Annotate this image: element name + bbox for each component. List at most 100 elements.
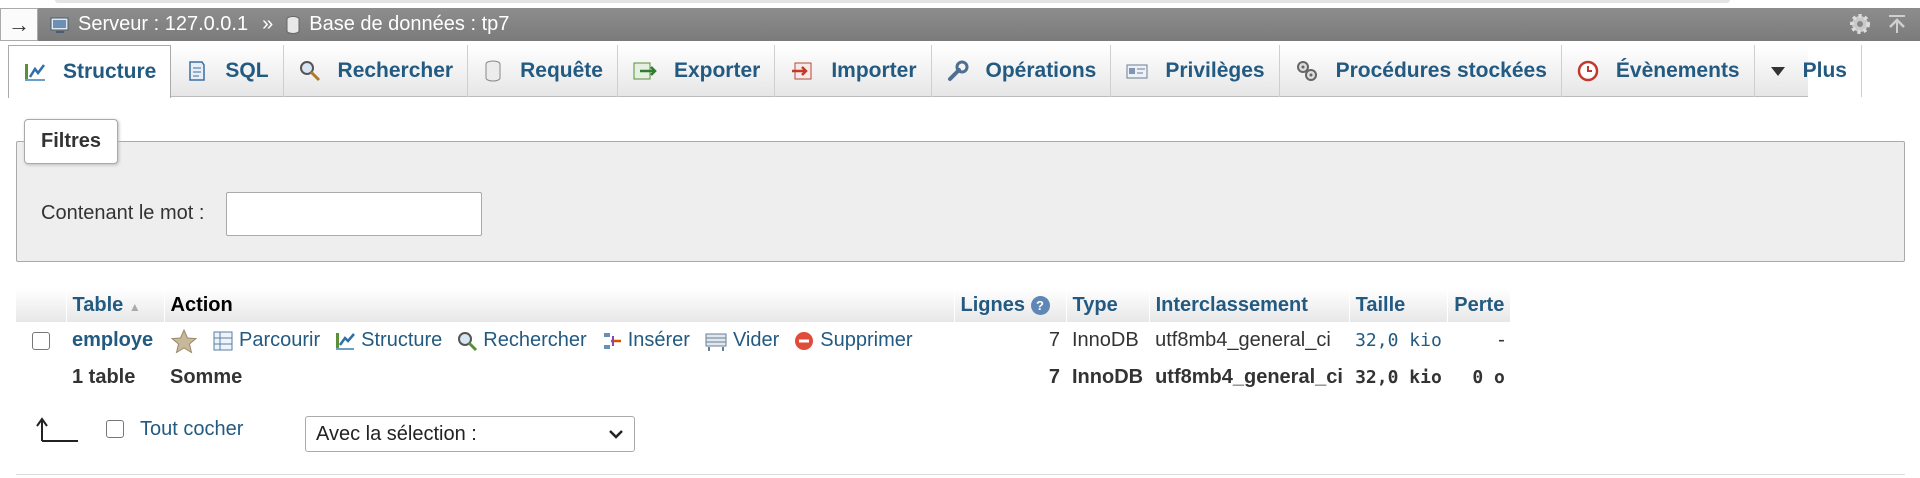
row-actions: Parcourir Structure Rechercher Insérer V… — [170, 328, 948, 354]
insert-action[interactable]: Insérer — [601, 329, 690, 352]
tab-structure[interactable]: Structure — [8, 45, 172, 98]
routines-icon — [1296, 61, 1317, 81]
tab-routines[interactable]: Procédures stockées — [1280, 45, 1562, 97]
gear-icon[interactable] — [1848, 12, 1872, 36]
arrow-up-left-icon — [36, 417, 78, 442]
empty-action[interactable]: Vider — [704, 329, 779, 352]
help-icon[interactable]: ? — [1030, 296, 1050, 316]
tab-more[interactable]: Plus — [1755, 45, 1862, 97]
row-checkbox[interactable] — [32, 331, 50, 350]
action-column-header: Action — [164, 289, 955, 322]
divider — [16, 474, 1905, 475]
breadcrumb-database-label: Base de données : tp7 — [309, 13, 510, 35]
table-name-link[interactable]: employe — [72, 329, 153, 351]
tab-label: Plus — [1802, 59, 1847, 82]
summary-type: InnoDB — [1072, 366, 1144, 388]
summary-row-count: 7 — [1048, 366, 1060, 388]
tab-sql[interactable]: SQL — [171, 45, 284, 97]
tab-label: Évènements — [1615, 59, 1740, 82]
insert-icon — [603, 332, 621, 349]
chevron-down-icon — [609, 430, 623, 439]
favorite-star-icon[interactable] — [170, 328, 198, 354]
structure-label: Structure — [361, 329, 443, 351]
collapse-icon[interactable] — [1886, 13, 1908, 35]
collation-column-header[interactable]: Interclassement — [1149, 289, 1350, 322]
empty-icon — [705, 333, 727, 351]
tables-list: Table ▲ Action Lignes ? Type Interclasse… — [16, 289, 1512, 396]
structure-icon — [25, 64, 45, 81]
filter-input[interactable] — [226, 192, 482, 236]
tab-query[interactable]: Requête — [468, 45, 618, 97]
table-header-label: Table — [72, 294, 124, 316]
bulk-actions: Tout cocher — [34, 415, 243, 443]
tab-operations[interactable]: Opérations — [932, 45, 1112, 97]
tab-events[interactable]: Évènements — [1562, 45, 1755, 97]
filters-legend: Filtres — [24, 119, 119, 164]
summary-overhead: 0 o — [1472, 367, 1505, 388]
breadcrumb-database[interactable]: Base de données : tp7 — [285, 13, 509, 36]
search-action[interactable]: Rechercher — [456, 329, 587, 352]
import-icon — [792, 62, 812, 80]
summary-size: 32,0 kio — [1355, 367, 1442, 388]
check-all-checkbox[interactable] — [106, 420, 124, 438]
breadcrumb-server-label: Serveur : 127.0.0.1 — [78, 13, 249, 35]
tab-label: Structure — [63, 60, 157, 83]
breadcrumb-separator: » — [262, 13, 274, 35]
navigation-toggle-button[interactable]: → — [0, 8, 38, 41]
with-selection-select[interactable]: Avec la sélection : — [305, 416, 635, 452]
top-strip — [0, 0, 1920, 8]
summary-select-cell — [16, 359, 66, 396]
summary-row: 1 table Somme 7 InnoDB utf8mb4_general_c… — [16, 359, 1511, 396]
caret-down-icon — [1770, 67, 1785, 76]
row-type: InnoDB — [1072, 329, 1139, 351]
tab-export[interactable]: Exporter — [618, 45, 776, 97]
tab-privileges[interactable]: Privilèges — [1111, 45, 1280, 97]
breadcrumb-server[interactable]: Serveur : 127.0.0.1 — [50, 13, 248, 36]
insert-label: Insérer — [627, 329, 690, 351]
tab-label: SQL — [225, 59, 269, 82]
drop-label: Supprimer — [820, 329, 913, 351]
row-size-link[interactable]: 32,0 kio — [1355, 330, 1442, 351]
breadcrumb: → Serveur : 127.0.0.1 » Base de données … — [0, 8, 1920, 41]
select-header — [16, 289, 67, 322]
row-collation: utf8mb4_general_ci — [1155, 329, 1331, 351]
tab-search[interactable]: Rechercher — [284, 45, 469, 97]
server-icon — [50, 17, 69, 33]
size-column-header[interactable]: Taille — [1349, 289, 1449, 322]
database-icon — [286, 15, 300, 34]
drop-action[interactable]: Supprimer — [793, 329, 913, 352]
table-column-header[interactable]: Table ▲ — [66, 289, 165, 322]
type-column-header[interactable]: Type — [1066, 289, 1150, 322]
empty-label: Vider — [732, 329, 780, 351]
browse-label: Parcourir — [239, 329, 321, 351]
overhead-column-header[interactable]: Perte — [1447, 289, 1512, 322]
summary-table-count: 1 table — [72, 366, 136, 388]
breadcrumb-controls — [1848, 12, 1908, 36]
summary-label: Somme — [170, 366, 243, 388]
search-icon — [299, 61, 320, 82]
tab-label: Rechercher — [337, 59, 454, 82]
sql-icon — [189, 61, 206, 81]
rows-column-header[interactable]: Lignes ? — [954, 289, 1067, 322]
rows-header-label: Lignes — [960, 294, 1025, 316]
browse-action[interactable]: Parcourir — [212, 329, 320, 352]
tab-import[interactable]: Importer — [775, 45, 932, 97]
tab-label: Privilèges — [1165, 59, 1265, 82]
filter-label: Contenant le mot : — [41, 202, 205, 224]
wrench-icon — [947, 60, 968, 81]
sort-asc-icon: ▲ — [128, 300, 141, 314]
tab-label: Opérations — [985, 59, 1097, 82]
row-count: 7 — [1048, 329, 1060, 351]
row-overhead: - — [1498, 329, 1505, 351]
check-all-link[interactable]: Tout cocher — [140, 418, 243, 441]
search-icon — [458, 331, 478, 351]
structure-action[interactable]: Structure — [334, 329, 442, 352]
search-label: Rechercher — [483, 329, 587, 351]
export-icon — [633, 62, 657, 80]
row-checkbox-cell — [16, 322, 66, 359]
scrollbar-track[interactable] — [55, 0, 1730, 3]
drop-icon — [795, 331, 814, 350]
tab-label: Exporter — [673, 59, 761, 82]
query-icon — [485, 60, 501, 82]
structure-icon — [336, 332, 356, 350]
